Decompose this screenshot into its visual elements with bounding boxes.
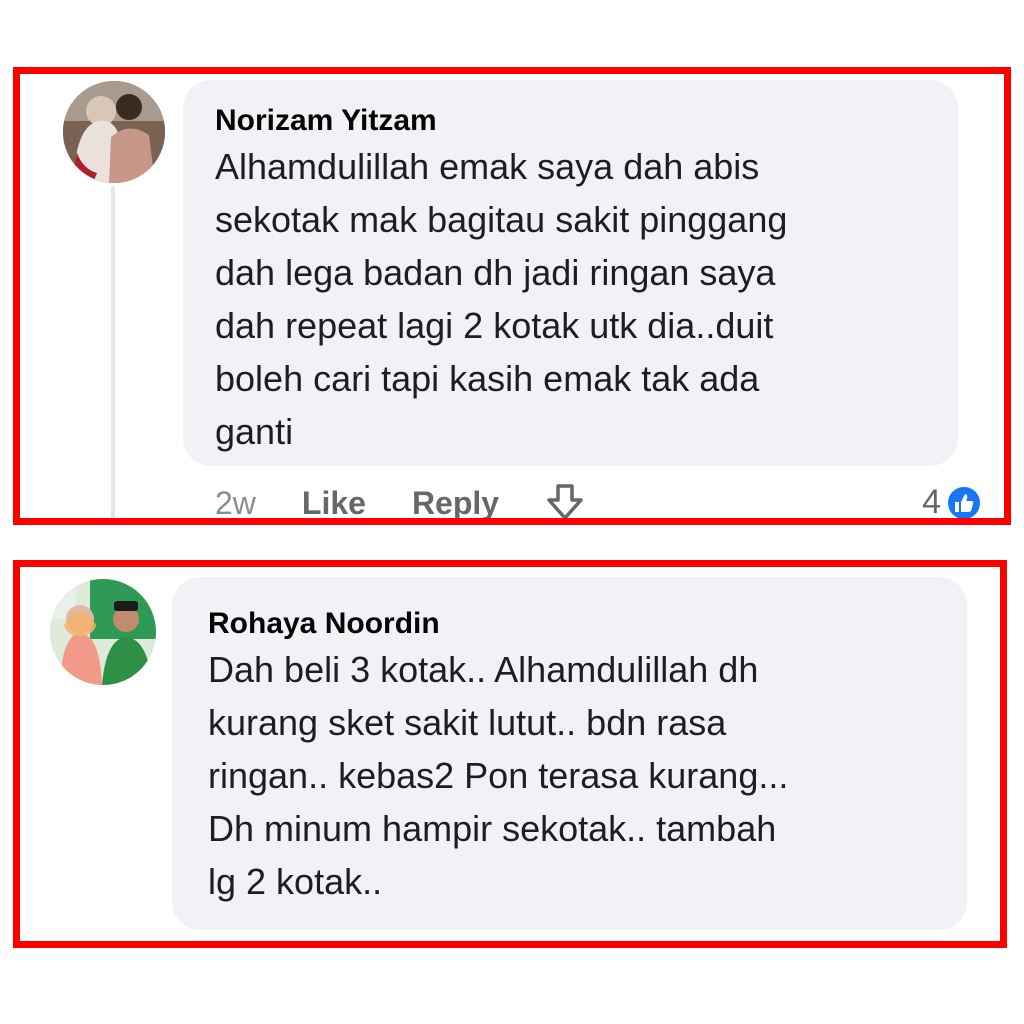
comment-text-line: kurang sket sakit lutut.. bdn rasa <box>208 702 727 743</box>
comment-text-line: dah repeat lagi 2 kotak utk dia..duit <box>215 305 774 346</box>
reply-button[interactable]: Reply <box>412 485 499 519</box>
thumbs-up-icon <box>945 483 983 518</box>
avatar[interactable] <box>63 81 165 183</box>
reaction-count: 4 <box>922 483 941 521</box>
comment-author[interactable]: Rohaya Noordin <box>208 605 967 643</box>
reactions-summary[interactable]: 4 <box>922 483 983 521</box>
avatar-photo <box>50 579 156 685</box>
comment-author[interactable]: Norizam Yitzam <box>215 102 958 140</box>
comment-text-line: Alhamdulillah emak saya dah abis <box>215 146 760 187</box>
comment-bubble[interactable]: Rohaya Noordin Dah beli 3 kotak.. Alhamd… <box>172 577 967 930</box>
comment-text-line: Dh minum hampir sekotak.. tambah <box>208 808 777 849</box>
comment-text-line: ganti <box>215 411 294 452</box>
avatar[interactable] <box>50 579 156 685</box>
thread-line <box>111 186 115 518</box>
comment-text-line: boleh cari tapi kasih emak tak ada <box>215 358 760 399</box>
comment-text-line: lg 2 kotak.. <box>208 861 383 902</box>
comment-bubble[interactable]: Norizam Yitzam Alhamdulillah emak saya d… <box>183 80 958 466</box>
highlight-frame-comment-1: Norizam Yitzam Alhamdulillah emak saya d… <box>13 67 1011 525</box>
comment-text-line: ringan.. kebas2 Pon terasa kurang... <box>208 755 789 796</box>
highlight-frame-comment-2: Rohaya Noordin Dah beli 3 kotak.. Alhamd… <box>13 560 1007 948</box>
comment-text-line: Dah beli 3 kotak.. Alhamdulillah dh <box>208 649 759 690</box>
comment-text-line: dah lega badan dh jadi ringan saya <box>215 252 776 293</box>
comment-text: Alhamdulillah emak saya dah abis sekotak… <box>215 140 958 458</box>
share-arrow-icon[interactable] <box>545 482 585 524</box>
comment-timestamp[interactable]: 2w <box>215 485 256 519</box>
comment-actions: 2w Like Reply <box>215 481 585 524</box>
avatar-photo <box>63 81 165 183</box>
comment-text-line: sekotak mak bagitau sakit pinggang <box>215 199 788 240</box>
like-button[interactable]: Like <box>302 485 366 519</box>
comment-text: Dah beli 3 kotak.. Alhamdulillah dh kura… <box>208 643 967 908</box>
